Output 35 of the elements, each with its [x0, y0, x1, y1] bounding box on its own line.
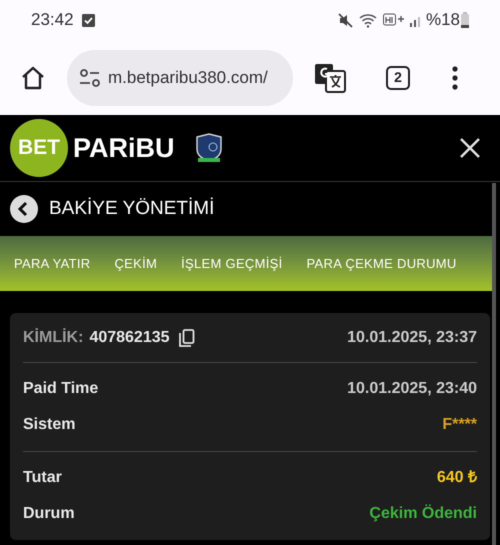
created-date: 10.01.2025, 23:37	[347, 328, 477, 348]
translate-icon[interactable]	[314, 62, 346, 92]
id-label: KİMLİK:	[23, 327, 84, 348]
field-label: Sistem	[23, 415, 76, 435]
field-value: F****	[442, 415, 477, 435]
shield-badge-icon	[194, 133, 223, 163]
back-icon[interactable]	[10, 195, 38, 223]
field-value: Çekim Ödendi	[369, 503, 477, 524]
checkbox-notification-icon	[82, 14, 95, 26]
wifi-icon	[358, 12, 378, 28]
home-icon[interactable]	[20, 64, 46, 90]
nav-tab[interactable]: PARA YATIR	[14, 254, 90, 274]
more-menu-icon[interactable]	[452, 66, 458, 90]
logo-text: PARiBU	[73, 132, 175, 165]
close-icon[interactable]	[460, 138, 480, 158]
url-text: m.betparibu380.com/	[108, 66, 268, 89]
site-settings-icon[interactable]	[79, 68, 101, 86]
field-value: 10.01.2025, 23:40	[347, 379, 477, 399]
battery-icon	[461, 12, 469, 28]
field-label: Durum	[23, 504, 75, 524]
nav-tab[interactable]: İŞLEM GEÇMİŞİ	[181, 254, 283, 274]
hd-signal-icon	[382, 13, 405, 27]
page-title: BAKİYE YÖNETİMİ	[49, 196, 214, 221]
id-value: 407862135	[89, 328, 170, 348]
nav-tab[interactable]: PARA ÇEKME DURUMU	[306, 254, 457, 274]
tab-count-button[interactable]: 2	[386, 66, 410, 90]
copy-icon[interactable]	[178, 328, 195, 346]
status-time: 23:42	[31, 9, 74, 32]
address-bar[interactable]: m.betparibu380.com/	[67, 50, 293, 106]
field-label: Tutar	[23, 468, 62, 488]
field-label: Paid Time	[23, 379, 98, 399]
battery-percent: %18	[426, 9, 460, 32]
nav-tab[interactable]: ÇEKİM	[114, 254, 158, 274]
mute-icon	[338, 12, 353, 28]
field-value: 640 ₺	[436, 468, 477, 488]
